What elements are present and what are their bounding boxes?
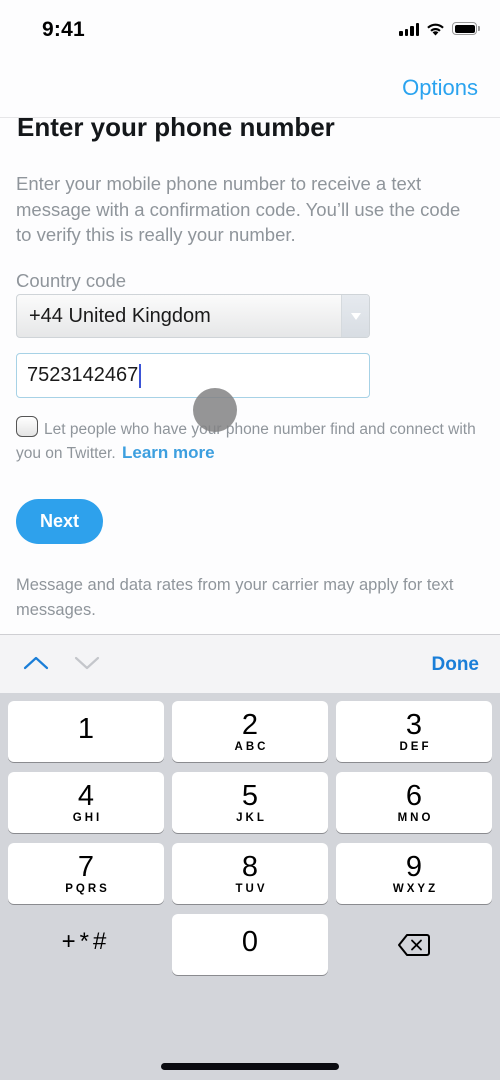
status-icons (399, 22, 480, 36)
key-8[interactable]: 8 TUV (172, 843, 328, 904)
done-button[interactable]: Done (432, 654, 480, 676)
key-letters: WXYZ (392, 883, 439, 895)
key-number: 3 (405, 709, 423, 741)
key-3[interactable]: 3 DEF (336, 701, 492, 762)
key-number: 5 (241, 780, 259, 812)
discoverability-checkbox[interactable] (16, 416, 38, 437)
page-description: Enter your mobile phone number to receiv… (16, 173, 461, 245)
key-9[interactable]: 9 WXYZ (336, 843, 492, 904)
text-cursor (139, 363, 142, 388)
keyboard-accessory-bar: Done (0, 634, 500, 693)
key-letters: TUV (235, 883, 268, 895)
country-code-value: +44 United Kingdom (29, 304, 211, 327)
status-bar: 9:41 (0, 0, 500, 60)
nav-bar: Options (0, 60, 500, 117)
learn-more-link[interactable]: Learn more (122, 443, 215, 462)
key-1[interactable]: 1 (8, 701, 164, 762)
options-button[interactable]: Options (402, 75, 478, 101)
numeric-keypad: 1 2 ABC 3 DEF 4 GHI 5 JKL 6 MNO 7 PQRS 8 TUV 9W… (0, 693, 500, 1080)
discoverability-row: Let people who have your phone number fi… (16, 416, 484, 465)
key-2[interactable]: 2 ABC (172, 701, 328, 762)
key-number: 0 (241, 926, 259, 958)
key-letters: ABC (234, 741, 269, 753)
key-number: 2 (241, 709, 259, 741)
signal-icon (399, 22, 419, 36)
key-5[interactable]: 5 JKL (172, 772, 328, 833)
chevron-up-icon[interactable] (22, 653, 50, 673)
country-code-label: Country code (16, 270, 127, 291)
country-code-select[interactable]: +44 United Kingdom (16, 294, 370, 338)
key-letters: GHI (72, 812, 103, 824)
key-letters: PQRS (65, 883, 110, 895)
next-button[interactable]: Next (16, 499, 103, 544)
discoverability-text: Let people who have your phone number fi… (16, 421, 476, 462)
battery-icon (452, 22, 480, 36)
key-letters: JKL (236, 812, 267, 824)
dropdown-arrow-icon (341, 295, 369, 337)
chevron-down-icon[interactable] (73, 653, 101, 673)
wifi-icon (427, 23, 444, 36)
key-number: 8 (241, 851, 259, 883)
key-number: 9 (405, 851, 423, 883)
backspace-icon (398, 934, 430, 956)
key-number: 1 (77, 713, 95, 745)
key-number: 6 (405, 780, 423, 812)
status-time: 9:41 (42, 18, 85, 41)
carrier-rates-note: Message and data rates from your carrier… (16, 576, 454, 619)
phone-number-input[interactable]: 7523142467 (16, 353, 370, 398)
key-letters: DEF (399, 741, 432, 753)
key-number: 7 (77, 851, 95, 883)
phone-number-value: 7523142467 (27, 364, 139, 386)
key-4[interactable]: 4 GHI (8, 772, 164, 833)
touch-indicator (193, 388, 237, 432)
page-title: Enter your phone number (17, 112, 335, 142)
key-symbols[interactable]: +*# (8, 914, 164, 975)
symbols-label: +*# (61, 928, 111, 955)
home-indicator[interactable] (161, 1063, 339, 1070)
key-delete[interactable] (336, 914, 492, 975)
key-6[interactable]: 6 MNO (336, 772, 492, 833)
key-7[interactable]: 7 PQRS (8, 843, 164, 904)
key-letters: MNO (397, 812, 434, 824)
key-0[interactable]: 0 (172, 914, 328, 975)
key-number: 4 (77, 780, 95, 812)
